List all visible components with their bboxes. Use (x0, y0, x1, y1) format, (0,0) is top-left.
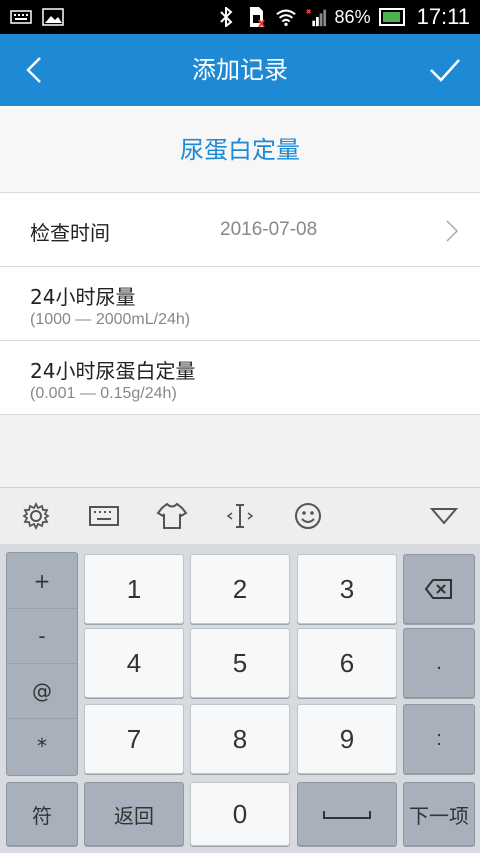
battery-percentage: 86% (334, 6, 371, 27)
space-icon (323, 811, 371, 819)
check-icon (430, 59, 460, 82)
key-plus[interactable]: + (7, 553, 77, 609)
key-asterisk[interactable]: * (7, 718, 77, 773)
section-title: 尿蛋白定量 (180, 136, 300, 164)
shirt-icon[interactable] (156, 500, 188, 532)
sim-icon (245, 7, 267, 28)
keyboard-toolbar (0, 487, 480, 545)
urine-volume-range: (1000 — 2000mL/24h) (30, 311, 191, 328)
next-key[interactable]: 下一项 (403, 782, 475, 846)
key-5[interactable]: 5 (190, 628, 290, 698)
key-colon[interactable]: : (403, 704, 475, 774)
image-icon (42, 7, 64, 27)
urine-protein-range: (0.001 — 0.15g/24h) (30, 385, 177, 402)
urine-volume-row[interactable]: 24小时尿量 (1000 — 2000mL/24h) (0, 267, 480, 341)
battery-icon (378, 8, 405, 26)
content-blank-area (0, 415, 480, 487)
section-header: 尿蛋白定量 (0, 106, 480, 193)
key-at[interactable]: @ (7, 663, 77, 719)
key-minus[interactable]: - (7, 608, 77, 664)
key-8[interactable]: 8 (190, 704, 290, 774)
page-title: 添加记录 (192, 56, 288, 84)
key-dot[interactable]: . (403, 628, 475, 698)
key-1[interactable]: 1 (84, 554, 184, 624)
chevron-right-icon (446, 220, 459, 242)
symbol-column: + - @ * (6, 552, 78, 776)
wifi-icon (275, 7, 297, 27)
settings-icon[interactable] (20, 500, 52, 532)
clock-time: 17:11 (416, 4, 470, 29)
return-key[interactable]: 返回 (84, 782, 184, 846)
key-6[interactable]: 6 (297, 628, 397, 698)
confirm-button[interactable] (428, 54, 462, 86)
key-7[interactable]: 7 (84, 704, 184, 774)
signal-icon (305, 7, 327, 27)
urine-volume-label: 24小时尿量 (30, 285, 136, 309)
keyboard-icon[interactable] (88, 500, 120, 532)
exam-date-label: 检查时间 (30, 221, 110, 245)
emoji-icon[interactable] (292, 500, 324, 532)
exam-date-value: 2016-07-08 (220, 219, 318, 240)
numeric-keyboard: + - @ * 1 2 3 4 5 6 . 7 8 9 : 符 返回 0 下一项 (0, 544, 480, 853)
bluetooth-icon (215, 7, 237, 27)
key-2[interactable]: 2 (190, 554, 290, 624)
space-key[interactable] (297, 782, 397, 846)
keyboard-icon (10, 7, 32, 27)
app-bar: 添加记录 (0, 34, 480, 106)
backspace-icon (424, 579, 452, 599)
status-bar: 86% 17:11 (0, 0, 480, 34)
cursor-icon[interactable] (224, 500, 256, 532)
key-0[interactable]: 0 (190, 782, 290, 846)
exam-date-row[interactable]: 检查时间 2016-07-08 (0, 193, 480, 267)
urine-protein-label: 24小时尿蛋白定量 (30, 359, 196, 383)
collapse-icon[interactable] (428, 500, 460, 532)
urine-protein-row[interactable]: 24小时尿蛋白定量 (0.001 — 0.15g/24h) (0, 341, 480, 415)
backspace-button[interactable] (403, 554, 475, 624)
key-3[interactable]: 3 (297, 554, 397, 624)
symbol-switch-key[interactable]: 符 (6, 782, 78, 846)
key-9[interactable]: 9 (297, 704, 397, 774)
key-4[interactable]: 4 (84, 628, 184, 698)
